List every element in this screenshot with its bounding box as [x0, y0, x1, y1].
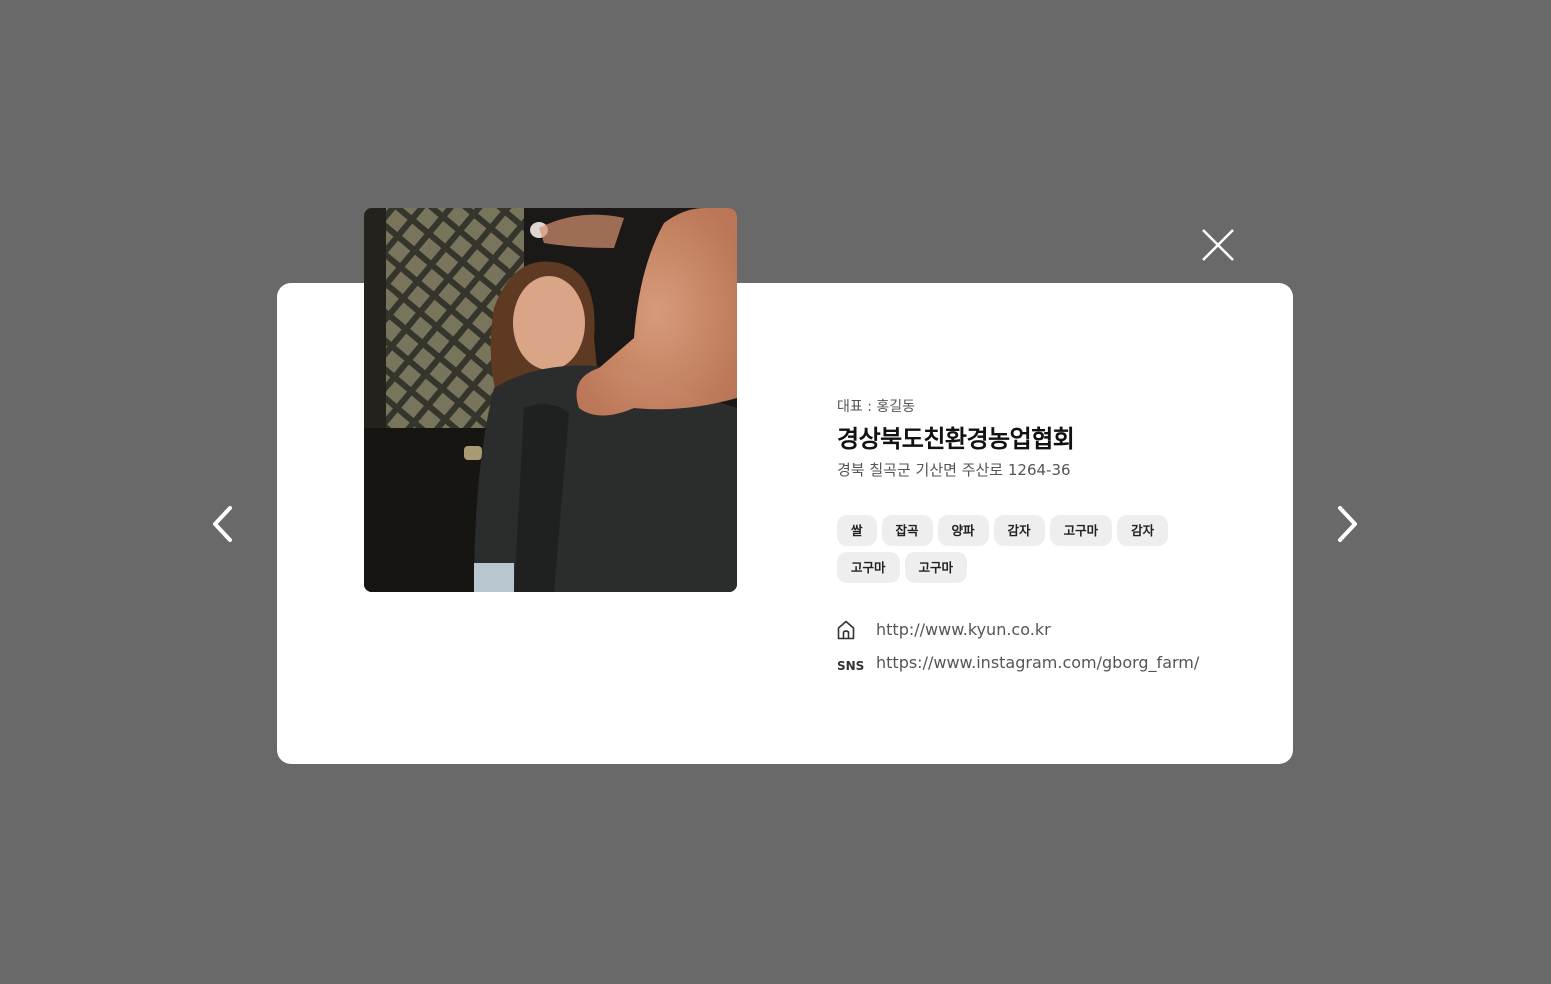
sns-label: SNS — [837, 658, 865, 673]
organization-address: 경북 칠곡군 기산면 주산로 1264-36 — [837, 461, 1071, 479]
product-tag: 고구마 — [837, 552, 900, 583]
product-tag: 고구마 — [1049, 515, 1113, 546]
chevron-left-icon — [213, 506, 232, 542]
close-button[interactable] — [1198, 225, 1238, 265]
homepage-row: http://www.kyun.co.kr — [837, 613, 1257, 646]
homepage-link[interactable]: http://www.kyun.co.kr — [876, 620, 1051, 639]
organization-name: 경상북도친환경농업협회 — [837, 425, 1075, 453]
chevron-right-icon — [1338, 506, 1357, 542]
representative-label: 대표 : 홍길동 — [837, 399, 916, 415]
contact-links: http://www.kyun.co.kr SNS https://www.in… — [837, 613, 1257, 679]
next-button[interactable] — [1327, 503, 1367, 545]
product-tag: 감자 — [1117, 515, 1169, 546]
profile-photo — [364, 208, 737, 592]
sns-row: SNS https://www.instagram.com/gborg_farm… — [837, 646, 1257, 679]
prev-button[interactable] — [203, 503, 243, 545]
modal-backdrop[interactable]: 대표 : 홍길동 경상북도친환경농업협회 경북 칠곡군 기산면 주산로 1264… — [0, 0, 1551, 984]
sns-link[interactable]: https://www.instagram.com/gborg_farm/ — [876, 653, 1199, 672]
close-icon — [1202, 229, 1234, 261]
product-tag: 양파 — [937, 515, 989, 546]
organization-info: 대표 : 홍길동 경상북도친환경농업협회 경북 칠곡군 기산면 주산로 1264… — [837, 396, 1257, 679]
product-tag: 쌀 — [837, 515, 877, 546]
home-icon — [837, 620, 876, 640]
product-tag: 잡곡 — [881, 515, 933, 546]
product-tag: 고구마 — [904, 552, 968, 583]
sns-label-wrap: SNS — [837, 653, 876, 673]
product-tags: 쌀 잡곡 양파 감자 고구마 감자 고구마 고구마 — [837, 515, 1197, 583]
product-tag: 감자 — [993, 515, 1045, 546]
